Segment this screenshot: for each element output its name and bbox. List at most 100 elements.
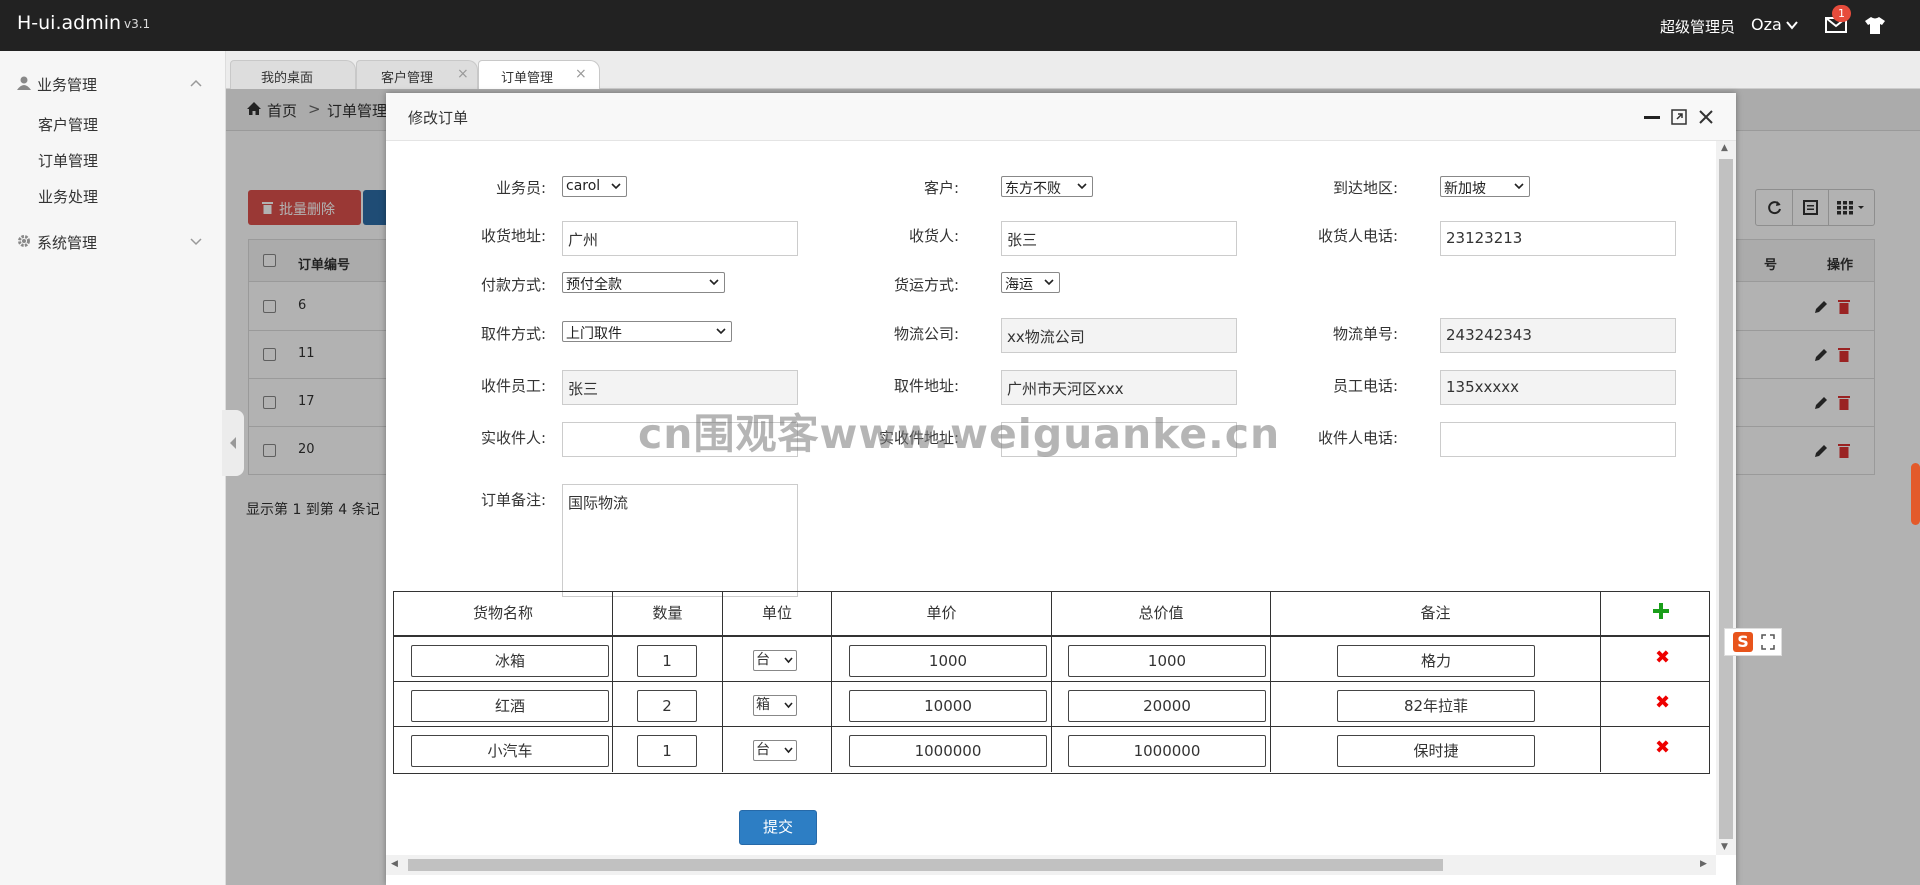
close-icon[interactable] (1698, 109, 1714, 125)
shipping-select[interactable]: 海运 (1001, 272, 1060, 293)
goods-total-input[interactable]: 1000 (1068, 645, 1266, 677)
delete-row-icon[interactable]: ✖ (1655, 737, 1670, 758)
field-label: 货运方式: (893, 276, 959, 294)
goods-price-input[interactable]: 10000 (849, 690, 1047, 722)
field-label: 取件地址: (893, 377, 959, 395)
goods-qty-input[interactable]: 1 (637, 735, 697, 767)
delete-row-icon[interactable]: ✖ (1655, 692, 1670, 713)
region-select[interactable]: 新加坡 (1440, 176, 1530, 197)
tab-desktop[interactable]: 我的桌面 (230, 60, 356, 89)
edit-order-dialog: 修改订单 业务员: carol 客户: 东方不败 到达地区: 新加坡 收货地址:… (386, 93, 1736, 885)
customer-select[interactable]: 东方不败 (1001, 176, 1093, 197)
goods-total-input[interactable]: 20000 (1068, 690, 1266, 722)
scrollbar-thumb[interactable] (408, 859, 1443, 871)
scroll-up-icon[interactable]: ▲ (1721, 143, 1728, 153)
add-row-cell (1601, 592, 1709, 637)
submit-button[interactable]: 提交 (739, 810, 817, 845)
goods-name-input[interactable]: 小汽车 (411, 735, 609, 767)
tab-label: 订单管理 (501, 71, 554, 86)
staff-phone-input[interactable]: 135xxxxx (1440, 370, 1676, 405)
goods-price-input[interactable]: 1000000 (849, 735, 1047, 767)
receiver-phone-input[interactable]: 23123213 (1440, 221, 1676, 256)
salesman-select[interactable]: carol (562, 176, 627, 197)
page-scroll-indicator[interactable] (1911, 463, 1920, 525)
tab-customers[interactable]: 客户管理 × (356, 60, 478, 89)
gear-icon (18, 235, 30, 247)
sidebar-group-system[interactable]: 系统管理 (0, 223, 226, 259)
field-label: 客户: (923, 179, 959, 197)
goods-qty-input[interactable]: 2 (637, 690, 697, 722)
mail-count-badge: 1 (1832, 5, 1851, 22)
actual-phone-input[interactable] (1440, 422, 1676, 457)
select-value: 东方不败 (1005, 181, 1061, 197)
goods-unit-select[interactable]: 箱 (753, 695, 797, 716)
chevron-down-icon (611, 183, 621, 190)
scroll-down-icon[interactable]: ▼ (1721, 842, 1728, 852)
column-header: 单位 (723, 592, 832, 637)
chevron-down-icon (716, 328, 726, 335)
user-menu[interactable]: Oza (1751, 15, 1782, 34)
goods-price-input[interactable]: 1000 (849, 645, 1047, 677)
goods-row: 红酒 2 箱 10000 20000 82年拉菲 ✖ (394, 682, 1709, 727)
sidebar-toggle[interactable] (222, 410, 244, 476)
minimize-icon[interactable] (1644, 116, 1660, 119)
chevron-left-icon (230, 437, 236, 449)
sogou-logo-icon: S (1733, 632, 1753, 652)
goods-table: 货物名称 数量 单位 单价 总价值 备注 冰箱 1 台 1000 1000 格力… (393, 591, 1710, 774)
app-version: v3.1 (124, 17, 151, 31)
tracking-number-input[interactable]: 243242343 (1440, 318, 1676, 353)
app-logo[interactable]: H-ui.admin (17, 12, 121, 34)
field-label: 业务员: (495, 179, 546, 197)
select-value: 台 (756, 652, 770, 668)
column-header: 货物名称 (394, 592, 613, 637)
scrollbar-thumb[interactable] (1719, 159, 1733, 839)
scroll-right-icon[interactable]: ▶ (1700, 859, 1707, 869)
sidebar-group-business[interactable]: 业务管理 (0, 65, 226, 101)
tab-orders[interactable]: 订单管理 × (478, 60, 600, 90)
field-label: 到达地区: (1332, 179, 1398, 197)
field-label: 收货人: (908, 227, 959, 245)
goods-row: 小汽车 1 台 1000000 1000000 保时捷 ✖ (394, 727, 1709, 772)
sidebar-item-orders[interactable]: 订单管理 (38, 150, 98, 171)
fullscreen-icon (1761, 634, 1775, 650)
chevron-down-icon (784, 702, 793, 709)
skin-shirt-icon[interactable] (1864, 16, 1886, 35)
receiver-input[interactable]: 张三 (1001, 221, 1237, 256)
field-label: 取件方式: (480, 325, 546, 343)
close-icon[interactable]: × (575, 66, 587, 82)
top-navbar: H-ui.admin v3.1 超级管理员 Oza 1 (0, 0, 1920, 51)
close-icon[interactable]: × (457, 66, 469, 82)
goods-total-input[interactable]: 1000000 (1068, 735, 1266, 767)
goods-unit-select[interactable]: 台 (753, 740, 797, 761)
chevron-down-icon[interactable] (1784, 17, 1800, 33)
column-header: 总价值 (1052, 592, 1271, 637)
sidebar-item-customers[interactable]: 客户管理 (38, 114, 98, 135)
goods-note-input[interactable]: 82年拉菲 (1337, 690, 1535, 722)
chevron-down-icon (1044, 279, 1054, 286)
goods-unit-select[interactable]: 台 (753, 650, 797, 671)
user-icon (17, 76, 31, 90)
dialog-horizontal-scrollbar[interactable]: ◀ ▶ (386, 855, 1716, 875)
plus-icon[interactable] (1653, 603, 1669, 619)
select-value: 上门取件 (566, 326, 622, 342)
goods-qty-input[interactable]: 1 (637, 645, 697, 677)
maximize-icon[interactable] (1671, 109, 1687, 125)
select-value: 预付全款 (566, 277, 622, 293)
delete-row-icon[interactable]: ✖ (1655, 647, 1670, 668)
field-label: 收货地址: (480, 227, 546, 245)
user-role: 超级管理员 (1660, 18, 1736, 36)
goods-note-input[interactable]: 保时捷 (1337, 735, 1535, 767)
payment-select[interactable]: 预付全款 (562, 272, 725, 293)
goods-name-input[interactable]: 冰箱 (411, 645, 609, 677)
goods-note-input[interactable]: 格力 (1337, 645, 1535, 677)
goods-name-input[interactable]: 红酒 (411, 690, 609, 722)
ime-toolbar[interactable]: S (1724, 628, 1782, 656)
pickup-select[interactable]: 上门取件 (562, 321, 732, 342)
remark-textarea[interactable]: 国际物流 (562, 484, 798, 597)
scroll-left-icon[interactable]: ◀ (391, 859, 398, 869)
address-input[interactable]: 广州 (562, 221, 798, 256)
dialog-vertical-scrollbar[interactable]: ▲ ▼ (1716, 141, 1736, 855)
chevron-up-icon (190, 79, 202, 87)
logistics-company-input[interactable]: xx物流公司 (1001, 318, 1237, 353)
sidebar-item-processing[interactable]: 业务处理 (38, 186, 98, 207)
